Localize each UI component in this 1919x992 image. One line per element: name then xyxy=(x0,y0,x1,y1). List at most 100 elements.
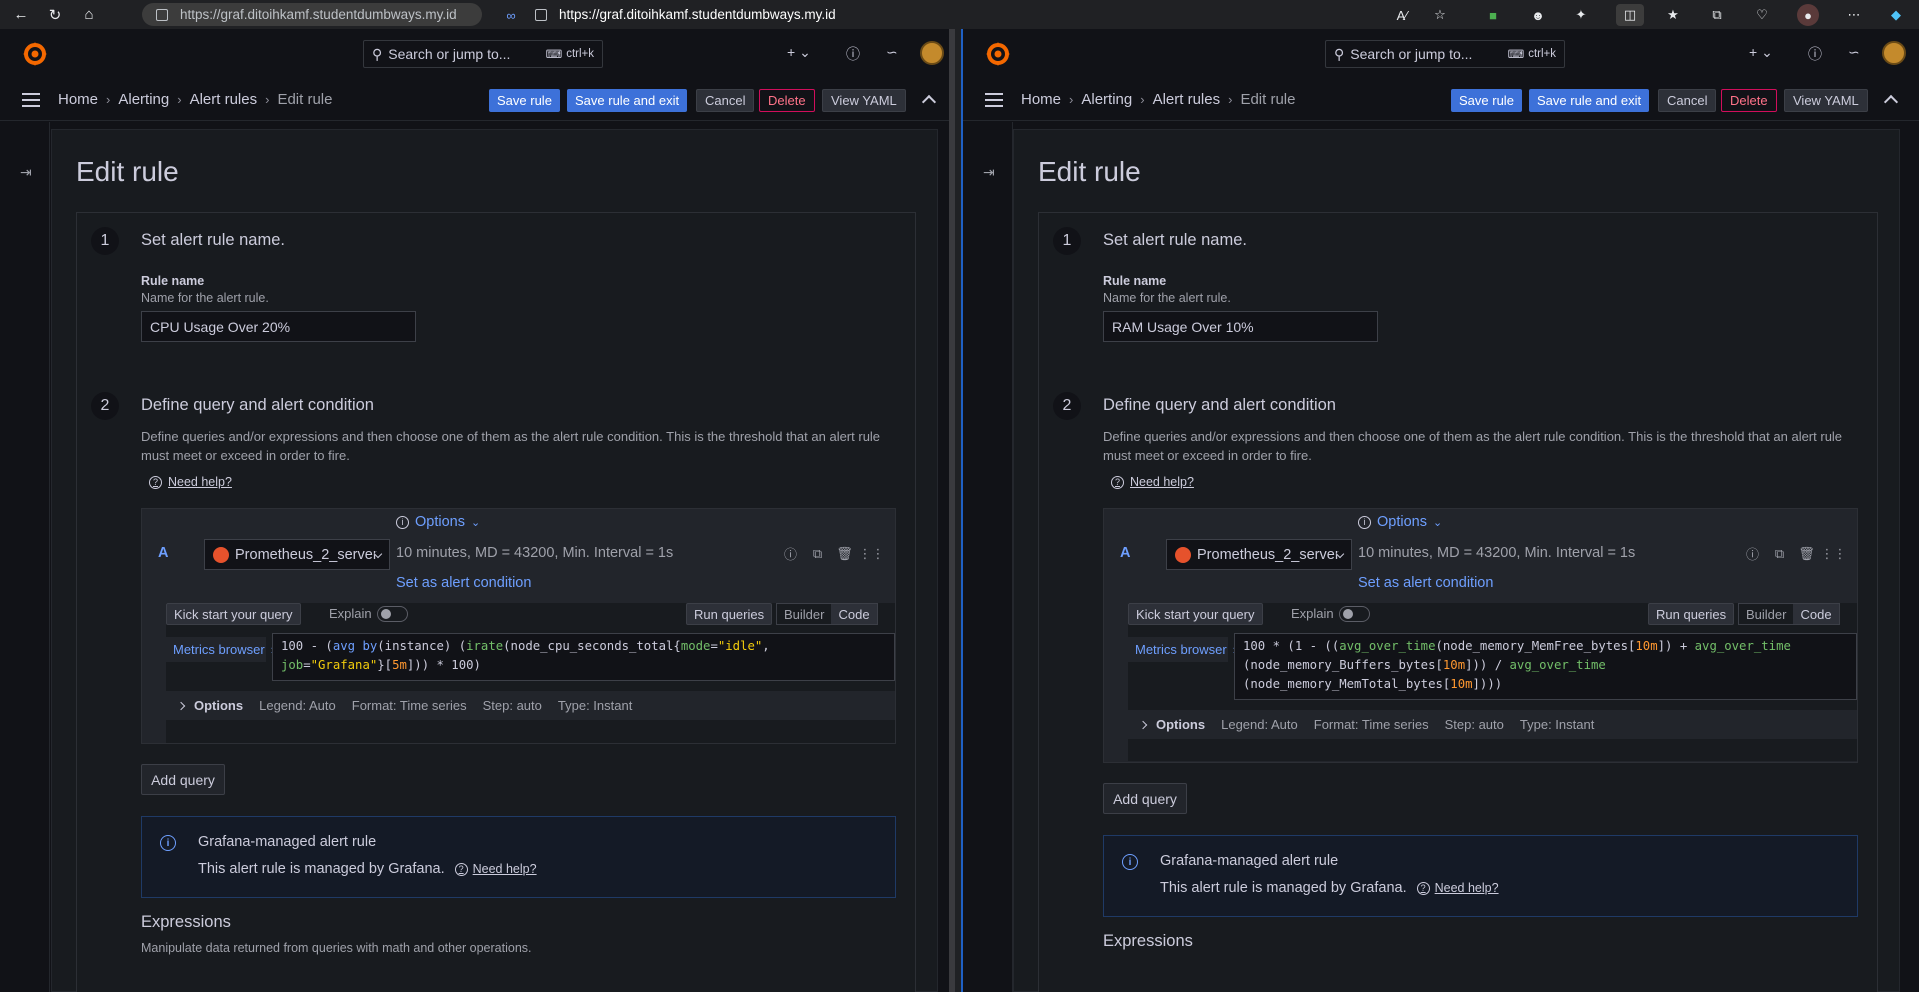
user-avatar[interactable] xyxy=(920,41,944,65)
collections-icon[interactable]: ⧉ xyxy=(1706,4,1728,26)
save-rule-exit-button[interactable]: Save rule and exit xyxy=(567,89,688,112)
query-options-row[interactable]: Options Legend: Auto Format: Time series… xyxy=(166,691,895,720)
add-query-button[interactable]: Add query xyxy=(1103,783,1187,814)
kick-start-query-button[interactable]: Kick start your query xyxy=(166,603,301,625)
user-avatar[interactable] xyxy=(1882,41,1906,65)
read-aloud-icon[interactable]: A⁄ xyxy=(1391,4,1413,26)
explain-toggle[interactable] xyxy=(1339,606,1370,622)
set-alert-condition-button[interactable]: Set as alert condition xyxy=(1358,575,1493,591)
add-query-button[interactable]: Add query xyxy=(141,764,225,795)
trash-icon[interactable]: 🗑 xyxy=(1798,546,1815,561)
query-options-toggle[interactable]: i Options ⌄ xyxy=(1358,514,1442,530)
add-new-icon[interactable]: + ⌄ xyxy=(787,44,811,61)
help-icon[interactable]: ⓘ xyxy=(783,546,798,562)
dock-menu-icon[interactable]: ⇥ xyxy=(20,164,32,181)
add-new-icon[interactable]: + ⌄ xyxy=(1749,44,1773,61)
query-options-toggle[interactable]: i Options ⌄ xyxy=(396,514,480,530)
collapse-chevron-icon[interactable] xyxy=(1883,94,1899,110)
save-rule-button[interactable]: Save rule xyxy=(1451,89,1522,112)
favorite-icon[interactable]: ☆ xyxy=(1429,4,1451,26)
help-icon[interactable]: ⓘ xyxy=(1808,44,1822,64)
code-mode-button[interactable]: Code xyxy=(831,604,877,624)
breadcrumb-alerting[interactable]: Alerting xyxy=(1081,91,1132,108)
datasource-value: Prometheus_2_server xyxy=(1197,546,1340,563)
health-icon[interactable]: ♡ xyxy=(1751,4,1773,26)
datasource-select[interactable]: Prometheus_2_server xyxy=(1166,539,1352,570)
rule-name-input[interactable]: RAM Usage Over 10% xyxy=(1103,311,1378,342)
search-input[interactable]: ⚲ Search or jump to... ⌨ ctrl+k xyxy=(363,40,603,68)
view-yaml-button[interactable]: View YAML xyxy=(1784,89,1868,112)
home-icon[interactable]: ⌂ xyxy=(76,2,102,28)
step2-title: Define query and alert condition xyxy=(141,396,374,414)
collapse-chevron-icon[interactable] xyxy=(921,94,937,110)
promql-editor[interactable]: 100 * (1 - ((avg_over_time(node_memory_M… xyxy=(1234,633,1857,700)
help-icon[interactable]: ⓘ xyxy=(1745,546,1760,562)
news-rss-icon[interactable]: ∽ xyxy=(1848,44,1860,61)
search-input[interactable]: ⚲ Search or jump to... ⌨ ctrl+k xyxy=(1325,40,1565,68)
puzzle-icon[interactable]: ✦ xyxy=(1570,4,1592,26)
breadcrumb-alert-rules[interactable]: Alert rules xyxy=(190,91,258,108)
menu-icon[interactable] xyxy=(22,93,40,107)
breadcrumb-alerting[interactable]: Alerting xyxy=(118,91,169,108)
save-rule-button[interactable]: Save rule xyxy=(489,89,560,112)
need-help-link[interactable]: ? Need help? xyxy=(1111,475,1194,489)
split-link-icon[interactable]: ∞ xyxy=(500,4,522,26)
prometheus-icon xyxy=(1175,546,1191,563)
delete-button[interactable]: Delete xyxy=(759,89,815,112)
split-screen-icon[interactable]: ◫ xyxy=(1616,4,1644,26)
cancel-button[interactable]: Cancel xyxy=(696,89,755,112)
copilot-icon[interactable]: ◆ xyxy=(1885,4,1907,26)
run-queries-button[interactable]: Run queries xyxy=(686,603,773,625)
back-icon[interactable]: ← xyxy=(8,2,34,28)
breadcrumb-home[interactable]: Home xyxy=(58,91,98,108)
help-icon[interactable]: ⓘ xyxy=(846,44,860,64)
builder-mode-button[interactable]: Builder xyxy=(777,604,831,624)
promql-editor[interactable]: 100 - (avg by(instance) (irate(node_cpu_… xyxy=(272,633,895,681)
metrics-browser-label: Metrics browser xyxy=(173,642,265,657)
favorites-list-icon[interactable]: ★ xyxy=(1662,4,1684,26)
run-queries-button[interactable]: Run queries xyxy=(1648,603,1735,625)
extension-icon[interactable]: ■ xyxy=(1482,4,1504,26)
need-help-link[interactable]: ? Need help? xyxy=(149,475,232,489)
breadcrumb-home[interactable]: Home xyxy=(1021,91,1061,108)
query-options-row[interactable]: Options Legend: Auto Format: Time series… xyxy=(1128,710,1857,739)
more-icon[interactable]: ⋯ xyxy=(1843,4,1865,26)
extension-face-icon[interactable]: ☻ xyxy=(1527,4,1549,26)
view-yaml-button[interactable]: View YAML xyxy=(822,89,906,112)
save-rule-exit-button[interactable]: Save rule and exit xyxy=(1529,89,1650,112)
explain-toggle[interactable] xyxy=(377,606,408,622)
need-help-link[interactable]: ? Need help? xyxy=(454,862,537,876)
address-bar-left[interactable]: https://graf.ditoihkamf.studentdumbways.… xyxy=(142,3,482,26)
breadcrumb: Home › Alerting › Alert rules › Edit rule xyxy=(1021,91,1296,108)
grafana-logo-icon[interactable] xyxy=(985,41,1011,67)
drag-handle-icon[interactable]: ⋮⋮ xyxy=(1821,546,1847,561)
query-letter[interactable]: A xyxy=(158,545,168,561)
trash-icon[interactable]: 🗑 xyxy=(836,546,853,561)
kick-start-query-button[interactable]: Kick start your query xyxy=(1128,603,1263,625)
duplicate-icon[interactable]: ⧉ xyxy=(1772,546,1787,561)
set-alert-condition-button[interactable]: Set as alert condition xyxy=(396,575,531,591)
query-letter[interactable]: A xyxy=(1120,545,1130,561)
dock-menu-icon[interactable]: ⇥ xyxy=(983,164,995,181)
step1-title: Set alert rule name. xyxy=(141,231,285,249)
metrics-browser-button[interactable]: Metrics browser› xyxy=(1128,637,1237,662)
delete-button[interactable]: Delete xyxy=(1721,89,1777,112)
cancel-button[interactable]: Cancel xyxy=(1658,89,1717,112)
profile-icon[interactable]: ● xyxy=(1797,4,1819,26)
breadcrumb-alert-rules[interactable]: Alert rules xyxy=(1153,91,1221,108)
datasource-select[interactable]: Prometheus_2_server xyxy=(204,539,390,570)
grafana-logo-icon[interactable] xyxy=(22,41,48,67)
need-help-link[interactable]: ? Need help? xyxy=(1416,881,1499,895)
builder-mode-button[interactable]: Builder xyxy=(1739,604,1793,624)
refresh-icon[interactable]: ↻ xyxy=(42,2,68,28)
address-bar-right[interactable]: https://graf.ditoihkamf.studentdumbways.… xyxy=(535,3,836,26)
menu-icon[interactable] xyxy=(985,93,1003,107)
rule-name-input[interactable]: CPU Usage Over 20% xyxy=(141,311,416,342)
drag-handle-icon[interactable]: ⋮⋮ xyxy=(859,546,885,561)
info-body: This alert rule is managed by Grafana. xyxy=(1160,880,1407,896)
duplicate-icon[interactable]: ⧉ xyxy=(810,546,825,561)
code-mode-button[interactable]: Code xyxy=(1793,604,1839,624)
metrics-browser-button[interactable]: Metrics browser› xyxy=(166,637,275,662)
news-rss-icon[interactable]: ∽ xyxy=(886,44,898,61)
datasource-value: Prometheus_2_server xyxy=(235,546,378,563)
